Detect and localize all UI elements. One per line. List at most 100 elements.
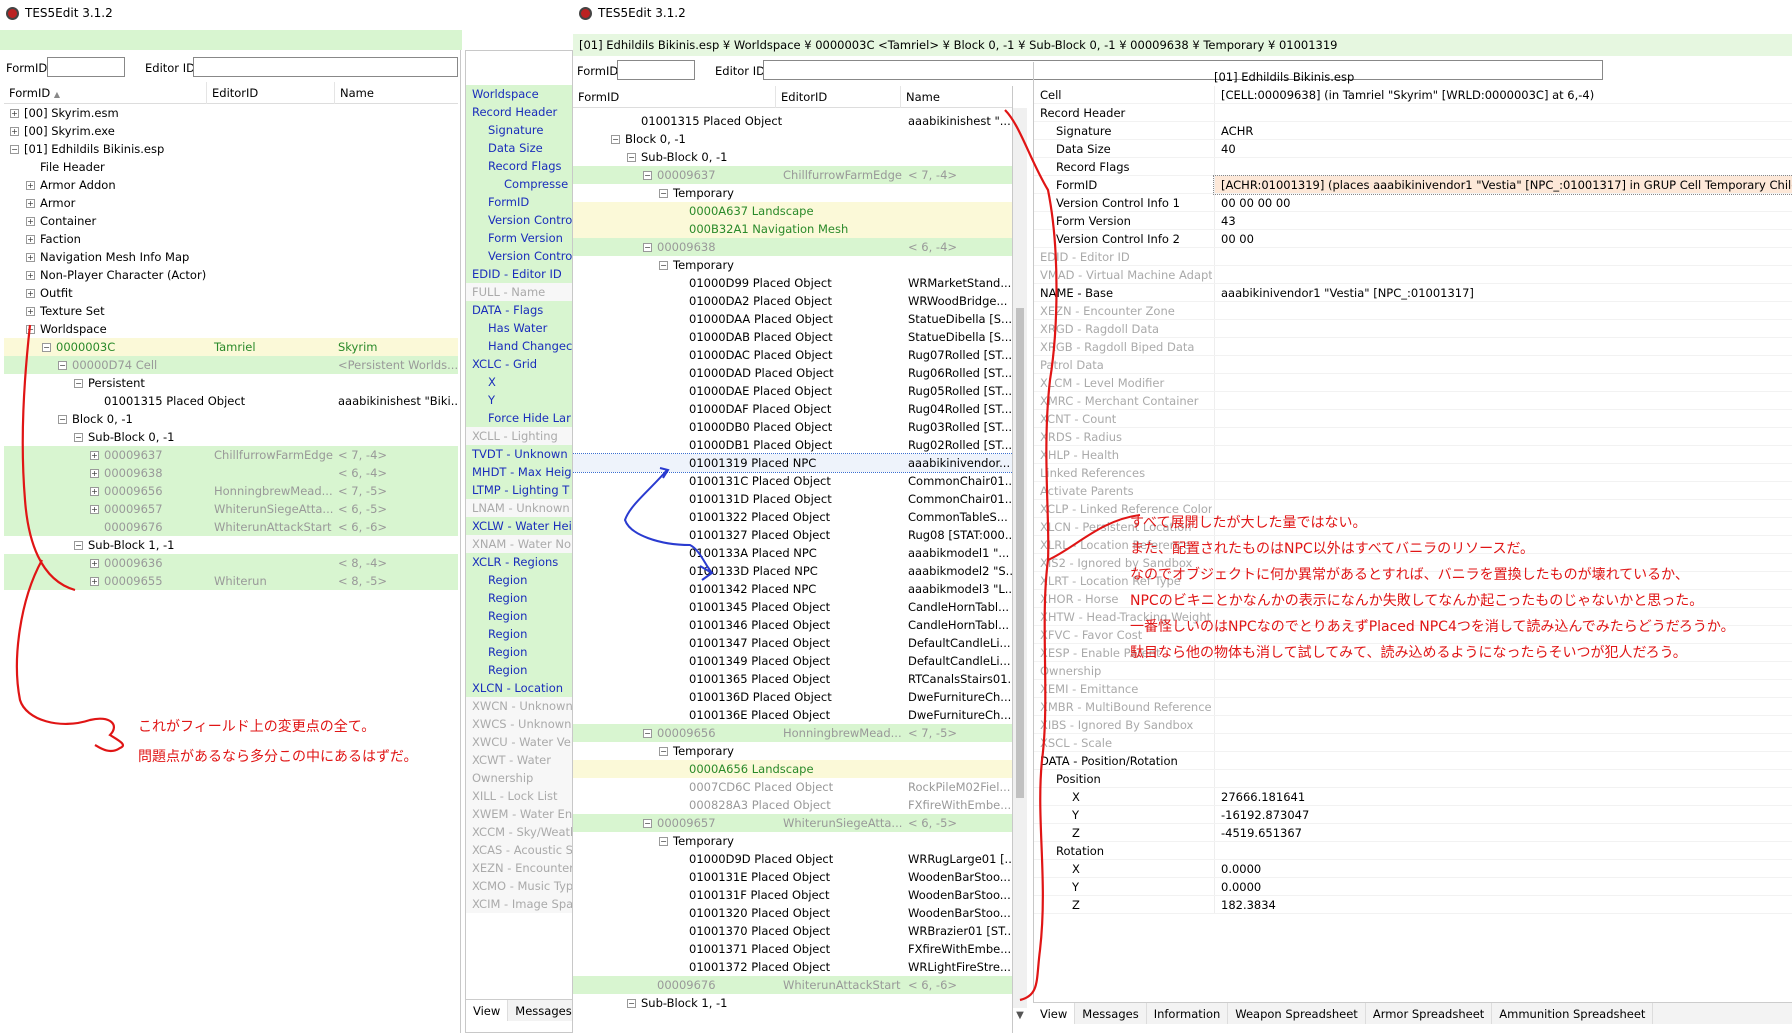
mid-tree-row[interactable]: XCLR - Regions [466, 553, 572, 571]
mid-tree-row[interactable]: XNAM - Water No [466, 535, 572, 553]
tree-row[interactable]: 0000A637 Landscape [573, 202, 1012, 220]
tree-row[interactable]: − Sub-Block 0, -1 [4, 428, 458, 446]
tree-row[interactable]: 01001315 Placed Object aaabikinishest "Bi… [4, 392, 458, 410]
record-field-value[interactable] [1214, 266, 1792, 284]
record-field-value[interactable]: 43 [1214, 212, 1792, 230]
tree-row[interactable]: 0100133D Placed NPC aaabikmodel2 "S... [573, 562, 1012, 580]
tree-row[interactable]: +00009657 WhiterunSiegeAtta... < 6, -5> [4, 500, 458, 518]
mid-tree-row[interactable]: XCLW - Water Hei [466, 517, 572, 535]
record-field-value[interactable] [1214, 338, 1792, 356]
tree-row[interactable]: 01001346 Placed Object CandleHornTabl... [573, 616, 1012, 634]
tree-row[interactable]: 01000DB1 Placed Object Rug02Rolled [ST... [573, 436, 1012, 454]
collapse-icon[interactable]: − [26, 325, 35, 334]
tree-row[interactable]: + Faction [4, 230, 458, 248]
tab-view[interactable]: View [1033, 1003, 1076, 1024]
collapse-icon[interactable]: − [74, 541, 83, 550]
record-field-value[interactable] [1214, 752, 1792, 770]
tree-row[interactable]: File Header [4, 158, 458, 176]
expand-icon[interactable]: + [90, 559, 99, 568]
record-field-value[interactable] [1214, 302, 1792, 320]
tree-row[interactable]: 01001347 Placed Object DefaultCandleLi... [573, 634, 1012, 652]
mid-tree-row[interactable]: LTMP - Lighting T [466, 481, 572, 499]
mid-tree-row[interactable]: XCCM - Sky/Weatl [466, 823, 572, 841]
tree-row[interactable]: + Armor Addon [4, 176, 458, 194]
mid-tree-row[interactable]: Region [466, 589, 572, 607]
mid-tree-row[interactable]: Version Contro [466, 247, 572, 265]
mid-tree-row[interactable]: Region [466, 661, 572, 679]
mid-tree-row[interactable]: XWCN - Unknown [466, 697, 572, 715]
tree-row[interactable]: − Temporary [573, 742, 1012, 760]
collapse-icon[interactable]: − [643, 243, 652, 252]
mid-tree-row[interactable]: Worldspace [466, 85, 572, 103]
col-editorid-right[interactable]: EditorID [776, 86, 901, 108]
tree-row[interactable]: 01001342 Placed NPC aaabikmodel3 "L... [573, 580, 1012, 598]
mid-tree-row[interactable]: Has Water [466, 319, 572, 337]
tree-row[interactable]: 01001349 Placed Object DefaultCandleLi... [573, 652, 1012, 670]
tree-row[interactable]: − Sub-Block 1, -1 [4, 536, 458, 554]
tree-row[interactable]: 01000DAF Placed Object Rug04Rolled [ST... [573, 400, 1012, 418]
mid-tree-row[interactable]: FULL - Name [466, 283, 572, 301]
record-field-value[interactable] [1214, 392, 1792, 410]
col-name-right[interactable]: Name [901, 86, 1012, 108]
record-field-name[interactable]: XMBR - MultiBound Reference [1034, 698, 1212, 716]
tree-row[interactable]: +00009656 HonningbrewMead... < 7, -5> [4, 482, 458, 500]
tree-row[interactable]: 0100131C Placed Object CommonChair01... [573, 472, 1012, 490]
tree-row[interactable]: 01001345 Placed Object CandleHornTabl... [573, 598, 1012, 616]
record-field-value[interactable]: 00 00 [1214, 230, 1792, 248]
tab-ammunition-spreadsheet[interactable]: Ammunition Spreadsheet [1492, 1003, 1654, 1024]
tree-row[interactable]: 0000A656 Landscape [573, 760, 1012, 778]
col-formid[interactable]: FormID ▲ [4, 82, 207, 104]
expand-icon[interactable]: + [90, 451, 99, 460]
tree-row[interactable]: + Armor [4, 194, 458, 212]
record-field-name[interactable]: XHLP - Health [1034, 446, 1212, 464]
tree-row[interactable]: − Temporary [573, 184, 1012, 202]
tree-row[interactable]: − Worldspace [4, 320, 458, 338]
tree-row[interactable]: 01000DAE Placed Object Rug05Rolled [ST... [573, 382, 1012, 400]
collapse-icon[interactable]: − [58, 415, 67, 424]
tree-row[interactable]: + [00] Skyrim.esm [4, 104, 458, 122]
tree-scroll-thumb[interactable] [1016, 308, 1024, 798]
mid-tree-row[interactable]: TVDT - Unknown [466, 445, 572, 463]
tree-row[interactable]: 01001327 Placed Object Rug08 [STAT:000... [573, 526, 1012, 544]
mid-tree-row[interactable]: Ownership [466, 769, 572, 787]
mid-tree-row[interactable]: Compresse [466, 175, 572, 193]
formid-input[interactable] [47, 57, 125, 77]
collapse-icon[interactable]: − [627, 153, 636, 162]
mid-tree-row[interactable]: Form Version [466, 229, 572, 247]
mid-tree-row[interactable]: Hand Changec [466, 337, 572, 355]
record-field-value[interactable] [1214, 734, 1792, 752]
collapse-icon[interactable]: − [74, 379, 83, 388]
record-field-value[interactable]: -16192.873047 [1214, 806, 1792, 824]
expand-icon[interactable]: + [26, 199, 35, 208]
tree-row[interactable]: 01000DAD Placed Object Rug06Rolled [ST... [573, 364, 1012, 382]
expand-icon[interactable]: + [90, 487, 99, 496]
col-name[interactable]: Name [335, 82, 458, 104]
record-field-value[interactable]: 00 00 00 00 [1214, 194, 1792, 212]
expand-icon[interactable]: + [26, 235, 35, 244]
collapse-icon[interactable]: − [42, 343, 51, 352]
tree-row[interactable]: − Persistent [4, 374, 458, 392]
record-field-name[interactable]: X [1034, 788, 1212, 806]
tree-row[interactable]: −00009657 WhiterunSiegeAtta... < 6, -5> [573, 814, 1012, 832]
record-field-name[interactable]: Activate Parents [1034, 482, 1212, 500]
col-formid-right[interactable]: FormID [573, 86, 776, 108]
mid-tree-row[interactable]: XEZN - Encounter [466, 859, 572, 877]
mid-tree-row[interactable]: DATA - Flags [466, 301, 572, 319]
tree-row[interactable]: +00009655 Whiterun < 8, -5> [4, 572, 458, 590]
mid-tree-row[interactable]: XILL - Lock List [466, 787, 572, 805]
mid-tree-row[interactable]: Signature [466, 121, 572, 139]
record-field-name[interactable]: Record Flags [1034, 158, 1212, 176]
record-field-name[interactable]: Z [1034, 896, 1212, 914]
tree-row[interactable]: 01000DAA Placed Object StatueDibella [S..… [573, 310, 1012, 328]
record-field-name[interactable]: Patrol Data [1034, 356, 1212, 374]
tab-view-mid[interactable]: View [466, 1000, 509, 1021]
record-field-name[interactable]: XEMI - Emittance [1034, 680, 1212, 698]
tree-row[interactable]: 01001322 Placed Object CommonTableS... [573, 508, 1012, 526]
tree-row[interactable]: + Navigation Mesh Info Map [4, 248, 458, 266]
collapse-icon[interactable]: − [659, 837, 668, 846]
expand-icon[interactable]: + [90, 577, 99, 586]
tree-row[interactable]: 0100136E Placed Object DweFurnitureCh... [573, 706, 1012, 724]
record-field-name[interactable]: Version Control Info 1 [1034, 194, 1212, 212]
tree-row[interactable]: 0100131F Placed Object WoodenBarStoo... [573, 886, 1012, 904]
tree-row[interactable]: +00009638 < 6, -4> [4, 464, 458, 482]
